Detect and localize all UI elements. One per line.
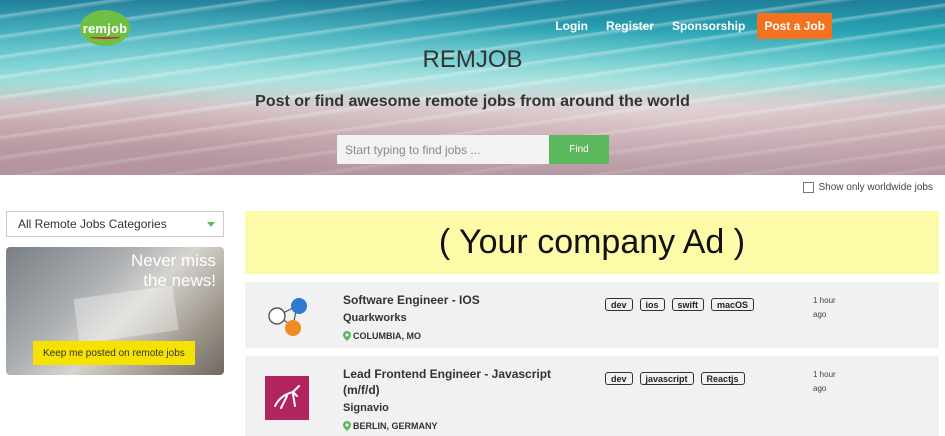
login-link[interactable]: Login bbox=[555, 19, 588, 33]
job-title[interactable]: Software Engineer - IOS bbox=[343, 292, 573, 308]
tag-swift[interactable]: swift bbox=[671, 298, 705, 311]
job-tags: dev ios swift macOS bbox=[605, 298, 761, 311]
category-select[interactable]: All Remote Jobs Categories bbox=[6, 211, 224, 237]
company-name: Signavio bbox=[343, 402, 389, 414]
tag-javascript[interactable]: javascript bbox=[639, 372, 694, 385]
job-location-text: BERLIN, GERMANY bbox=[353, 421, 438, 431]
job-info: Lead Frontend Engineer - Javascript (m/f… bbox=[343, 366, 573, 434]
job-card[interactable]: Lead Frontend Engineer - Javascript (m/f… bbox=[245, 356, 939, 436]
newsletter-title-line2: the news! bbox=[143, 271, 216, 290]
caret-down-icon bbox=[207, 222, 215, 227]
job-location: COLUMBIA, MO bbox=[343, 328, 573, 344]
remjob-logo[interactable]: remjob bbox=[80, 10, 130, 46]
posted-time-line1: 1 hour bbox=[813, 370, 836, 379]
tag-dev[interactable]: dev bbox=[605, 298, 633, 311]
job-tags: dev javascript Reactjs bbox=[605, 372, 752, 385]
tag-macos[interactable]: macOS bbox=[711, 298, 755, 311]
newsletter-title: Never miss the news! bbox=[131, 251, 216, 291]
job-info: Software Engineer - IOS Quarkworks COLUM… bbox=[343, 292, 573, 344]
posted-time-line2: ago bbox=[813, 384, 827, 393]
worldwide-checkbox[interactable] bbox=[803, 182, 815, 193]
worldwide-filter[interactable]: Show only worldwide jobs bbox=[803, 182, 933, 193]
newsletter-subscribe-button[interactable]: Keep me posted on remote jobs bbox=[33, 341, 195, 365]
posted-time-line1: 1 hour bbox=[813, 296, 836, 305]
post-a-job-button[interactable]: Post a Job bbox=[757, 13, 832, 39]
quarkworks-logo-icon bbox=[268, 298, 307, 336]
tag-ios[interactable]: ios bbox=[639, 298, 665, 311]
job-location: BERLIN, GERMANY bbox=[343, 418, 573, 434]
newsletter-title-line1: Never miss bbox=[130, 251, 216, 270]
newsletter-box: Never miss the news! Keep me posted on r… bbox=[6, 247, 224, 375]
company-ad-banner[interactable]: ( Your company Ad ) bbox=[245, 211, 939, 274]
location-pin-icon bbox=[343, 331, 351, 341]
find-button[interactable]: Find bbox=[549, 135, 609, 164]
location-pin-icon bbox=[343, 421, 351, 431]
job-location-text: COLUMBIA, MO bbox=[353, 331, 421, 341]
job-title[interactable]: Lead Frontend Engineer - Javascript (m/f… bbox=[343, 366, 573, 398]
job-search: Find bbox=[337, 135, 609, 164]
logo-text: remjob bbox=[82, 20, 128, 36]
posted-time: 1 hour ago bbox=[813, 294, 853, 322]
signavio-logo-icon bbox=[265, 376, 309, 420]
register-link[interactable]: Register bbox=[606, 19, 654, 33]
sponsorship-link[interactable]: Sponsorship bbox=[672, 19, 745, 33]
tag-dev[interactable]: dev bbox=[605, 372, 633, 385]
worldwide-label: Show only worldwide jobs bbox=[818, 182, 933, 193]
page-title: REMJOB bbox=[422, 46, 523, 73]
job-card[interactable]: Software Engineer - IOS Quarkworks COLUM… bbox=[245, 282, 939, 348]
tag-reactjs[interactable]: Reactjs bbox=[700, 372, 745, 385]
search-input[interactable] bbox=[337, 135, 549, 164]
posted-time-line2: ago bbox=[813, 310, 827, 319]
hero-banner: remjob Login Register Sponsorship Post a… bbox=[0, 0, 945, 175]
page-subtitle: Post or find awesome remote jobs from ar… bbox=[255, 93, 690, 110]
logo-swoosh-icon bbox=[90, 36, 120, 39]
category-select-value: All Remote Jobs Categories bbox=[18, 217, 167, 231]
company-name: Quarkworks bbox=[343, 312, 407, 324]
posted-time: 1 hour ago bbox=[813, 368, 853, 396]
top-nav: Login Register Sponsorship Post a Job bbox=[537, 13, 832, 39]
